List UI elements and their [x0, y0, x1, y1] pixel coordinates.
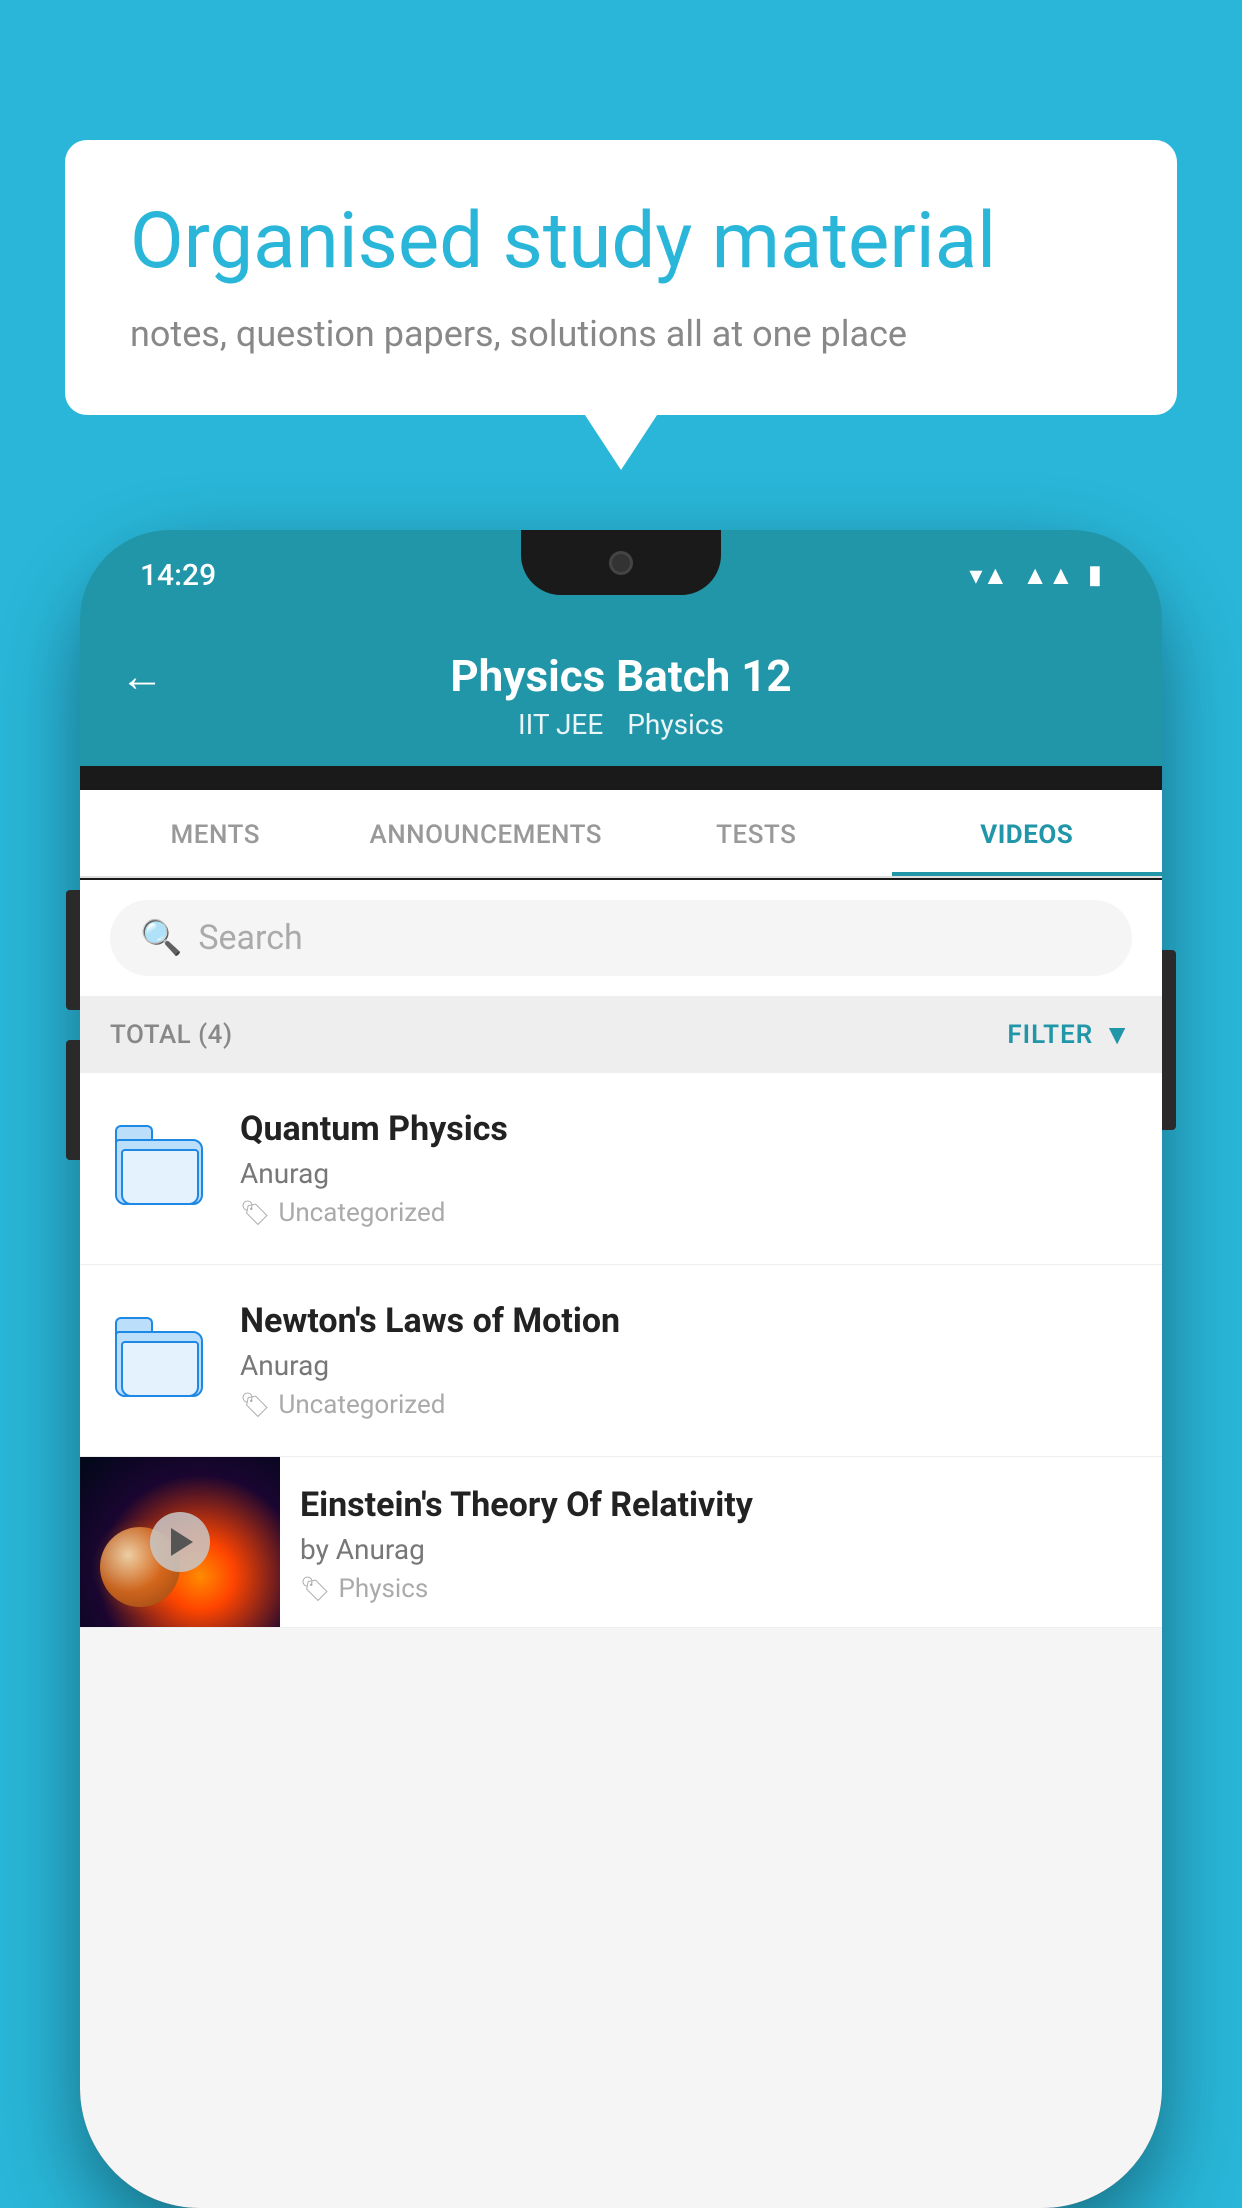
video-category: Uncategorized: [278, 1198, 445, 1228]
filter-label: FILTER: [1007, 1020, 1093, 1050]
video-author-2: Anurag: [240, 1349, 1132, 1382]
header-row: ← Physics Batch 12: [120, 650, 1122, 702]
status-icons: ▾▲ ▲▲ ▮: [969, 560, 1102, 591]
video-author: Anurag: [240, 1157, 1132, 1190]
search-input[interactable]: Search: [198, 918, 302, 958]
search-bar[interactable]: 🔍 Search: [110, 900, 1132, 976]
phone-notch: [521, 530, 721, 595]
tag-icon-2: 🏷: [240, 1391, 270, 1419]
app-header: ← Physics Batch 12 IIT JEE Physics: [80, 620, 1162, 766]
folder-icon-2: [115, 1317, 205, 1397]
signal-icon: ▲▲: [1022, 560, 1073, 591]
video-info-einstein: Einstein's Theory Of Relativity by Anura…: [280, 1457, 1162, 1624]
tab-ments[interactable]: MENTS: [80, 790, 351, 876]
video-title-2: Newton's Laws of Motion: [240, 1301, 1132, 1341]
filter-funnel-icon: ▼: [1103, 1018, 1132, 1051]
phone-power-button[interactable]: [1162, 950, 1176, 1130]
search-icon: 🔍: [140, 918, 182, 958]
video-info-newtons: Newton's Laws of Motion Anurag 🏷 Uncateg…: [240, 1301, 1132, 1420]
bubble-subtitle: notes, question papers, solutions all at…: [130, 313, 1112, 355]
tab-announcements[interactable]: ANNOUNCEMENTS: [351, 790, 622, 876]
video-author-3: by Anurag: [300, 1533, 1142, 1566]
tab-videos[interactable]: VIDEOS: [892, 790, 1163, 876]
header-tag-iitjee: IIT JEE: [518, 708, 603, 741]
battery-icon: ▮: [1088, 560, 1102, 590]
video-list: Quantum Physics Anurag 🏷 Uncategorized: [80, 1073, 1162, 1628]
video-title-3: Einstein's Theory Of Relativity: [300, 1485, 1142, 1525]
video-item-einstein[interactable]: Einstein's Theory Of Relativity by Anura…: [80, 1457, 1162, 1628]
header-title: Physics Batch 12: [450, 650, 791, 702]
folder-icon: [115, 1125, 205, 1205]
filter-bar: TOTAL (4) FILTER ▼: [80, 996, 1162, 1073]
video-tag-row-2: 🏷 Uncategorized: [240, 1390, 1132, 1420]
phone-volume-up-button[interactable]: [66, 890, 80, 1010]
status-bar: 14:29 ▾▲ ▲▲ ▮: [80, 530, 1162, 620]
video-tag-row-3: 🏷 Physics: [300, 1574, 1142, 1604]
video-thumbnail: [80, 1457, 280, 1627]
folder-icon-container-2: [110, 1307, 210, 1407]
back-button[interactable]: ←: [120, 650, 164, 702]
video-item-newtons-laws[interactable]: Newton's Laws of Motion Anurag 🏷 Uncateg…: [80, 1265, 1162, 1457]
bubble-title: Organised study material: [130, 195, 1112, 289]
tabs-bar: MENTS ANNOUNCEMENTS TESTS VIDEOS: [80, 790, 1162, 878]
tag-icon-3: 🏷: [300, 1575, 330, 1603]
speech-bubble: Organised study material notes, question…: [65, 140, 1177, 415]
phone-device: 14:29 ▾▲ ▲▲ ▮ ← Physics Batch 12 IIT JEE…: [80, 530, 1162, 2208]
phone-content: 🔍 Search TOTAL (4) FILTER ▼: [80, 880, 1162, 2208]
folder-icon-container: [110, 1115, 210, 1215]
video-category-2: Uncategorized: [278, 1390, 445, 1420]
front-camera: [609, 551, 633, 575]
total-count: TOTAL (4): [110, 1020, 233, 1050]
video-tag-row: 🏷 Uncategorized: [240, 1198, 1132, 1228]
play-button[interactable]: [150, 1512, 210, 1572]
video-info-quantum: Quantum Physics Anurag 🏷 Uncategorized: [240, 1109, 1132, 1228]
header-tag-physics: Physics: [627, 708, 724, 741]
tag-icon: 🏷: [240, 1199, 270, 1227]
video-item-quantum-physics[interactable]: Quantum Physics Anurag 🏷 Uncategorized: [80, 1073, 1162, 1265]
video-category-3: Physics: [338, 1574, 428, 1604]
status-time: 14:29: [140, 558, 216, 593]
video-title: Quantum Physics: [240, 1109, 1132, 1149]
filter-button[interactable]: FILTER ▼: [1007, 1018, 1132, 1051]
wifi-icon: ▾▲: [969, 560, 1008, 591]
header-subtitle: IIT JEE Physics: [518, 708, 724, 741]
play-triangle-icon: [171, 1528, 193, 1556]
speech-bubble-container: Organised study material notes, question…: [65, 140, 1177, 415]
tab-tests[interactable]: TESTS: [621, 790, 892, 876]
search-container: 🔍 Search: [80, 880, 1162, 996]
phone-volume-down-button[interactable]: [66, 1040, 80, 1160]
